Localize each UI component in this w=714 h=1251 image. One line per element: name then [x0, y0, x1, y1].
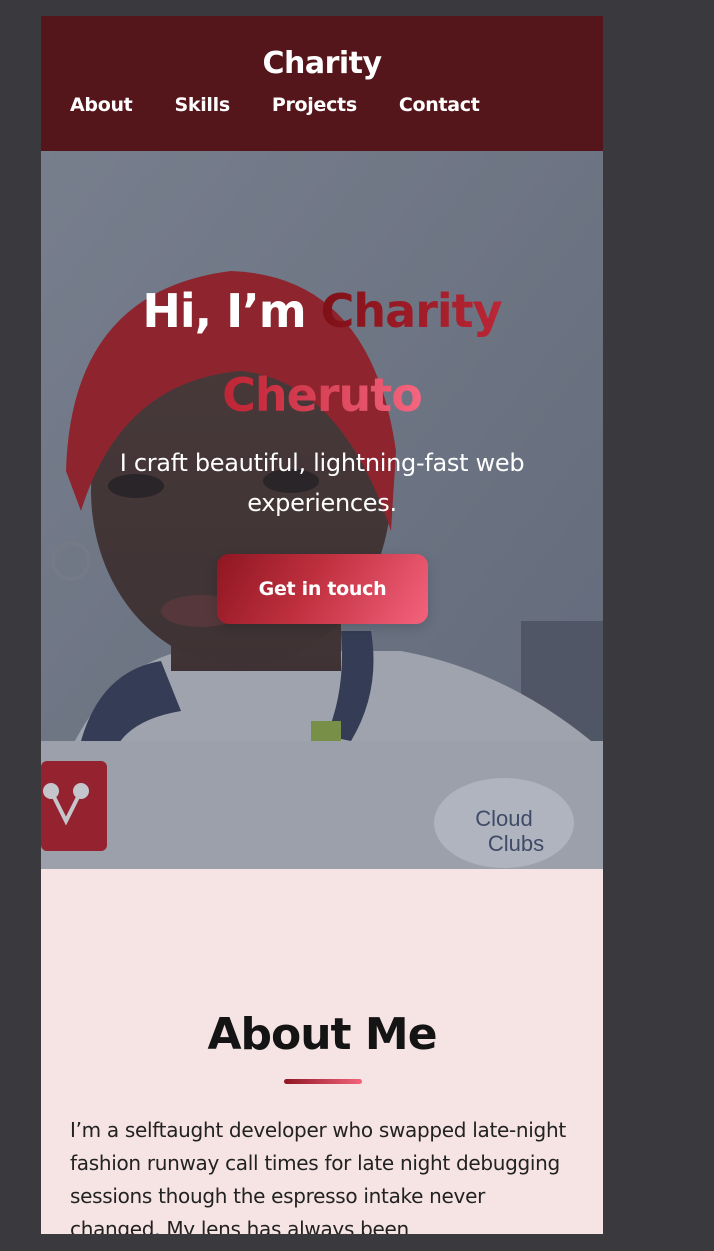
about-title-underline	[284, 1079, 362, 1084]
hero-content: Hi, I’m Charity Cheruto I craft beautifu…	[41, 269, 603, 523]
about-text: I’m a selftaught developer who swapped l…	[70, 1118, 566, 1234]
site-header: Charity About Skills Projects Contact	[41, 16, 603, 151]
nav-link-about[interactable]: About	[70, 94, 133, 116]
hero-title: Hi, I’m Charity Cheruto	[41, 269, 603, 437]
nav-link-skills[interactable]: Skills	[174, 94, 230, 116]
hero-tagline: I craft beautiful, lightning-fast web ex…	[119, 449, 525, 517]
hero-section: Cloud Clubs Hi, I’m Charity Cheruto I cr…	[41, 151, 603, 869]
about-section: About Me I’m a selftaught developer who …	[41, 869, 603, 1234]
nav-link-contact[interactable]: Contact	[399, 94, 480, 116]
get-in-touch-button[interactable]: Get in touch	[217, 554, 428, 624]
site-brand[interactable]: Charity	[41, 46, 603, 81]
main-nav: About Skills Projects Contact	[70, 94, 522, 116]
about-title: About Me	[207, 1009, 437, 1060]
nav-link-projects[interactable]: Projects	[272, 94, 357, 116]
browser-viewport: Charity About Skills Projects Contact Cl…	[41, 16, 603, 1234]
hero-greeting: Hi, I’m	[142, 284, 306, 338]
